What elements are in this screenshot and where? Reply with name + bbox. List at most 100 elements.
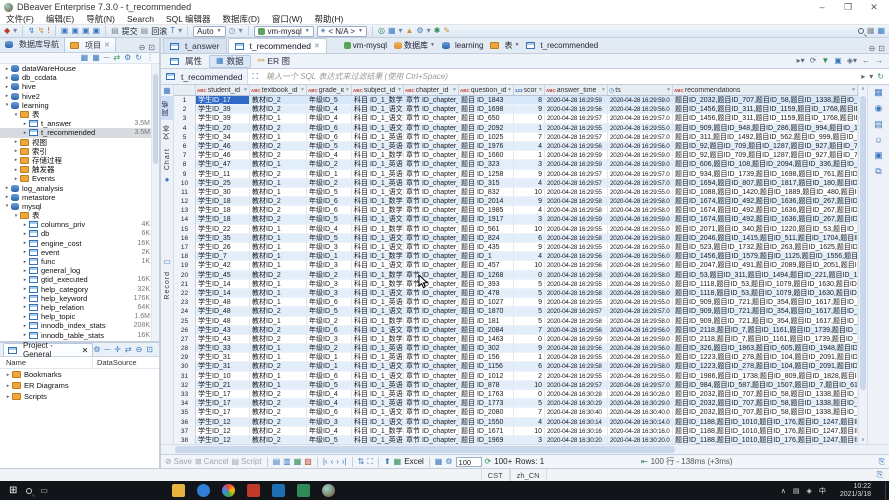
calc-panel-icon[interactable]: ▤ (874, 119, 883, 130)
table-cell[interactable]: 8 (514, 96, 545, 106)
grid-config-icon[interactable]: ▦ (435, 457, 443, 466)
chevron-collapsed-icon[interactable]: ▸ (21, 314, 29, 320)
table-cell[interactable]: 章节 ID_chapter_3 (404, 187, 459, 198)
table-cell[interactable]: 2020-04-28 16:29:55 (545, 353, 608, 363)
database-combo[interactable]: ◈ < N/A > ▼ (316, 25, 367, 37)
table-cell[interactable]: 科目 ID_1_英语 (352, 399, 404, 409)
table-cell[interactable]: 章节 ID_chapter_2 (404, 390, 459, 400)
table-cell[interactable]: 2020-04-28 16:29:59 (545, 160, 608, 170)
table-cell[interactable]: 教材ID_1 (250, 132, 307, 142)
table-cell[interactable]: 题目 ID_832 (459, 187, 514, 198)
row-number[interactable]: 36 (174, 417, 196, 427)
row-number[interactable]: 15 (174, 224, 196, 234)
table-cell[interactable]: 题目ID_1456,题目ID_311,题目ID_1159,题目ID_1768,题… (673, 114, 858, 124)
grouping-icon[interactable]: ☺ (874, 135, 883, 145)
table-cell[interactable]: 题目 ID_181 (459, 316, 514, 326)
table-cell[interactable]: 5 (514, 399, 545, 409)
table-cell[interactable]: 章节 ID_chapter_2 (404, 334, 459, 345)
table-cell[interactable]: 2020-04-28 16:29:56.0 (608, 252, 673, 262)
breadcrumb-表[interactable]: 表 ▼ (488, 40, 521, 51)
tx-dropdown[interactable]: ▾ (178, 26, 182, 36)
table-cell[interactable]: 年级ID_3 (307, 334, 352, 345)
autorefresh-icon[interactable]: ⟳ (810, 56, 817, 66)
table-cell[interactable]: 章节 ID_chapter_3 (404, 169, 459, 179)
table-cell[interactable]: 题目 ID_1463 (459, 334, 514, 345)
table-cell[interactable]: 科目 ID_1_数学 (352, 334, 404, 345)
table-cell[interactable]: 2020-04-28 16:29:55 (545, 243, 608, 253)
row-number[interactable]: 33 (174, 390, 196, 400)
column-header-recommendations[interactable]: ABC recommendations ▼ (673, 85, 858, 95)
table-cell[interactable]: 年级ID_1 (307, 169, 352, 179)
table-cell[interactable]: 章节 ID_chapter_1 (404, 344, 459, 354)
row-number[interactable]: 23 (174, 298, 196, 308)
add-row-icon[interactable]: ▥ (283, 457, 291, 466)
compare-icon[interactable]: ▲ (406, 26, 414, 36)
table-cell[interactable]: 章节 ID_chapter_3 (404, 288, 459, 299)
chevron-collapsed-icon[interactable]: ▸ (3, 93, 11, 99)
chevron-collapsed-icon[interactable]: ▸ (3, 194, 11, 200)
table-cell[interactable]: 题目ID_934,题目ID_1739,题目ID_1698,题目ID_761,题目… (673, 169, 858, 179)
table-cell[interactable]: 2020-04-28 16:29:56.0 (608, 344, 673, 354)
table-cell[interactable]: 教材ID_2 (250, 197, 307, 207)
filter-sort-icon[interactable]: ▼ (243, 87, 248, 93)
breadcrumb-t_recommended[interactable]: t_recommended (524, 41, 600, 50)
table-cell[interactable]: 学生ID_31 (196, 353, 250, 363)
table-cell[interactable]: 题目 ID_1698 (459, 105, 514, 115)
tray-network-icon[interactable]: ▤ (793, 487, 800, 495)
filter-sort-icon[interactable]: ▼ (507, 87, 512, 93)
table-cell[interactable]: 学生ID_48 (196, 298, 250, 308)
scroll-up-icon[interactable]: ∧ (859, 85, 867, 93)
search-icon[interactable] (857, 28, 864, 34)
cancel-button[interactable]: ⊠ Cancel (195, 457, 229, 466)
table-cell[interactable]: 学生ID_46 (196, 141, 250, 152)
row-number[interactable]: 14 (174, 215, 196, 225)
table-cell[interactable]: 教材ID_2 (250, 215, 307, 225)
table-cell[interactable]: 题目 ID_1027 (459, 298, 514, 308)
row-number[interactable]: 3 (174, 114, 196, 124)
tree-item[interactable]: ▸ help_relation 64K (0, 303, 159, 312)
table-cell[interactable]: 学生ID_14 (196, 288, 250, 299)
table-cell[interactable]: 2020-04-28 16:29:58.0 (608, 206, 673, 216)
save-button[interactable]: ⊘ Save (165, 457, 192, 466)
table-cell[interactable]: 教材ID_2 (250, 270, 307, 280)
table-cell[interactable]: 2020-04-28 16:30:40.0 (608, 408, 673, 418)
table-cell[interactable]: 科目 ID_1_语文 (352, 114, 404, 124)
table-cell[interactable]: 年级ID_5 (307, 187, 352, 198)
table-cell[interactable]: 教材ID_1 (250, 261, 307, 271)
chevron-collapsed-icon[interactable]: ▸ (21, 222, 29, 228)
gear-icon[interactable]: ⚙ (416, 26, 423, 36)
table-cell[interactable]: 2020-04-28 16:30:16.0 (608, 426, 673, 436)
project-item[interactable]: ▸ Scripts (0, 391, 159, 402)
chevron-collapsed-icon[interactable]: ▸ (21, 130, 29, 136)
table-cell[interactable]: 年级ID_4 (307, 426, 352, 436)
forward-icon[interactable]: → (875, 56, 883, 66)
chevron-collapsed-icon[interactable]: ▸ (21, 295, 29, 301)
table-cell[interactable]: 题目 ID_2092 (459, 123, 514, 133)
grid-view-icon[interactable]: ▦ (388, 26, 396, 36)
record-icon[interactable]: ▭ (163, 256, 171, 267)
tray-ime-icon[interactable]: 中 (819, 486, 826, 496)
table-cell[interactable]: 题目ID_2032,题目ID_707,题目ID_58,题目ID_1338,题目I… (673, 390, 858, 400)
table-cell[interactable]: 科目 ID_1_英语 (352, 344, 404, 354)
table-cell[interactable]: 题目ID_909,题目ID_721,题目ID_354,题目ID_1617,题目I… (673, 307, 858, 317)
tree-item[interactable]: ▸ dataWareHouse (0, 64, 159, 73)
maximize-editor-icon[interactable]: ⊡ (878, 44, 885, 53)
table-cell[interactable]: 题目ID_53,题目ID_311,题目ID_1494,题目ID_221,题目ID… (673, 270, 858, 280)
table-cell[interactable]: 学生ID_43 (196, 334, 250, 345)
table-cell[interactable]: 题目 ID_478 (459, 288, 514, 299)
table-cell[interactable]: 科目 ID_1_语文 (352, 233, 404, 243)
table-cell[interactable]: 0 (514, 270, 545, 280)
table-cell[interactable]: 3 (514, 435, 545, 444)
table-cell[interactable]: 章节 ID_chapter_1 (404, 206, 459, 216)
chevron-collapsed-icon[interactable]: ▸ (4, 372, 12, 378)
chevron-expanded-icon[interactable]: ▾ (3, 203, 11, 209)
table-cell[interactable]: 2020-04-28 16:29:56.0 (608, 325, 673, 335)
project-sync-icon[interactable]: ⇄ (125, 345, 132, 354)
table-cell[interactable]: 2020-04-28 16:29:56.0 (608, 141, 673, 152)
invalidate-icon[interactable]: ! (48, 26, 50, 36)
excel-icon[interactable]: ▦ (394, 457, 402, 466)
table-cell[interactable]: 题目 ID_1 (459, 252, 514, 262)
table-cell[interactable]: 章节 ID_chapter_1 (404, 105, 459, 115)
breadcrumb-数据库[interactable]: 数据库 ▼ (392, 40, 437, 51)
table-cell[interactable]: 2020-04-28 16:29:56 (545, 252, 608, 262)
